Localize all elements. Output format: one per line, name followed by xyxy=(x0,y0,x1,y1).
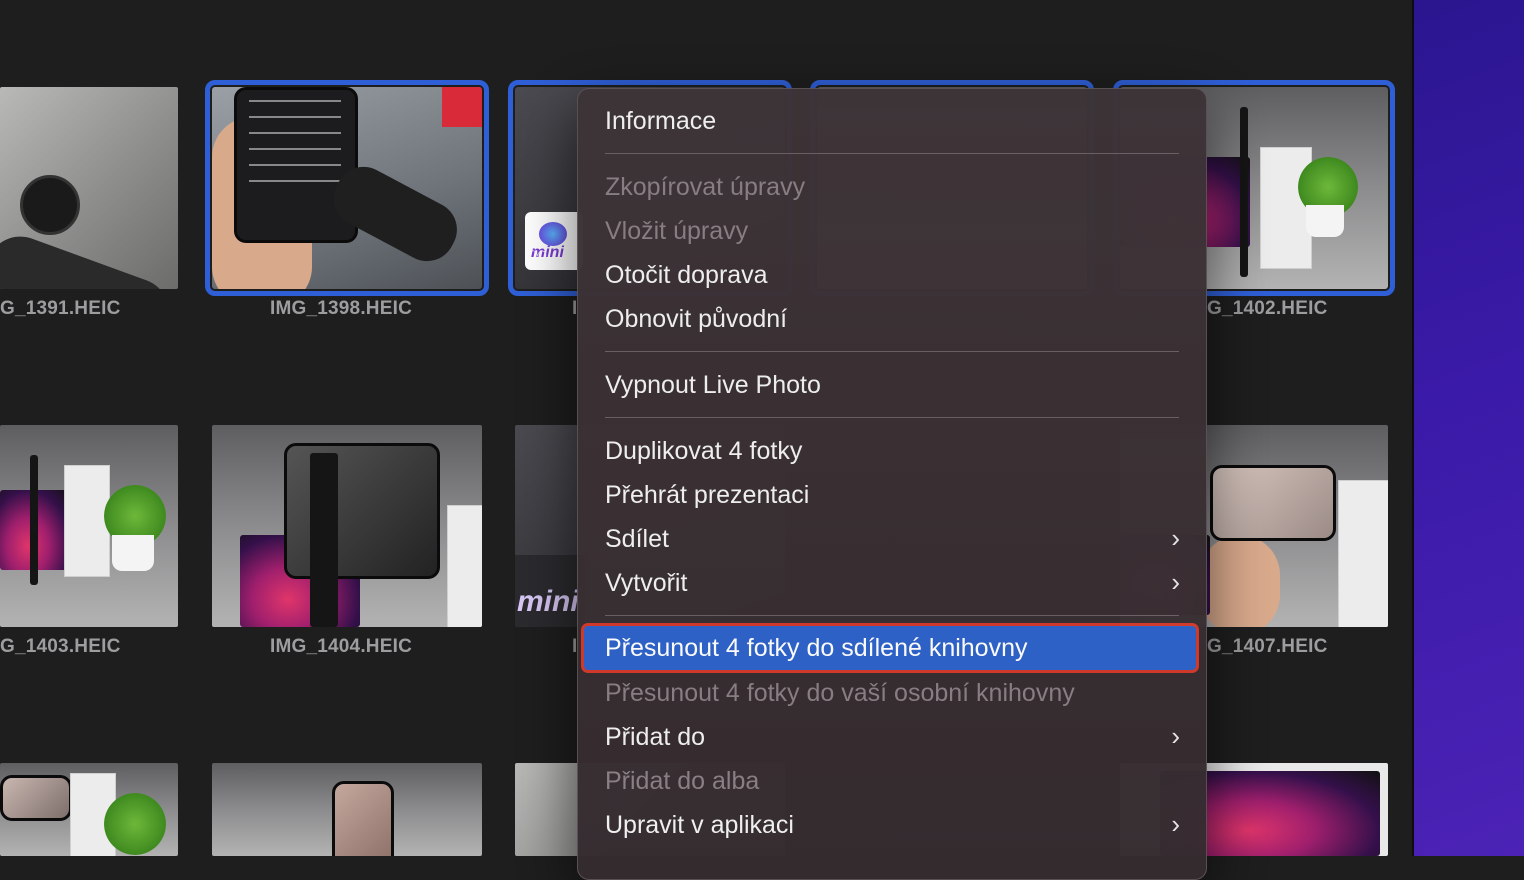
desktop-background xyxy=(1412,0,1524,856)
menu-item-slideshow[interactable]: Přehrát prezentaci xyxy=(605,481,809,510)
menu-item-copy-edits: Zkopírovat úpravy xyxy=(605,173,806,201)
menu-item-paste-edits: Vložit úpravy xyxy=(605,217,749,245)
menu-separator xyxy=(605,615,1179,616)
menu-item-add-to[interactable]: Přidat do xyxy=(605,723,705,752)
photo-thumbnail-selected[interactable] xyxy=(205,80,489,296)
menu-separator xyxy=(605,417,1179,418)
chevron-right-icon: › xyxy=(1171,721,1180,751)
context-menu: Informace Zkopírovat úpravy Vložit úprav… xyxy=(577,88,1207,880)
menu-item-info[interactable]: Informace xyxy=(605,107,716,136)
photo-thumbnail[interactable] xyxy=(212,763,482,856)
cube-label: mini xyxy=(517,585,579,618)
photo-filename: G_1391.HEIC xyxy=(0,298,121,319)
photo-filename: G_1402.HEIC xyxy=(1207,298,1328,319)
menu-item-revert[interactable]: Obnovit původní xyxy=(605,305,787,334)
menu-item-create[interactable]: Vytvořit xyxy=(605,569,687,598)
menu-item-rotate-right[interactable]: Otočit doprava xyxy=(605,261,768,290)
photo-thumbnail[interactable] xyxy=(0,763,178,856)
photo-thumbnail[interactable] xyxy=(0,425,178,627)
menu-item-duplicate[interactable]: Duplikovat 4 fotky xyxy=(605,437,802,466)
photo-thumbnail[interactable] xyxy=(0,87,178,289)
menu-item-add-to-album: Přidat do alba xyxy=(605,767,760,795)
photo-filename: IMG_1404.HEIC xyxy=(270,636,412,657)
menu-item-turn-off-live-photo[interactable]: Vypnout Live Photo xyxy=(605,371,821,400)
menu-item-share[interactable]: Sdílet xyxy=(605,525,669,554)
photo-thumbnail[interactable] xyxy=(212,425,482,627)
chevron-right-icon: › xyxy=(1171,809,1180,839)
menu-item-move-to-personal-library: Přesunout 4 fotky do vaší osobní knihovn… xyxy=(605,679,1075,707)
menu-item-move-to-shared-library[interactable]: Přesunout 4 fotky do sdílené knihovny xyxy=(605,634,1028,663)
photo-filename: G_1407.HEIC xyxy=(1207,636,1328,657)
photo-filename: G_1403.HEIC xyxy=(0,636,121,657)
menu-separator xyxy=(605,351,1179,352)
menu-separator xyxy=(605,153,1179,154)
photo-filename: IMG_1398.HEIC xyxy=(270,298,412,319)
menu-item-edit-in-app[interactable]: Upravit v aplikaci xyxy=(605,811,794,840)
chevron-right-icon: › xyxy=(1171,567,1180,597)
chevron-right-icon: › xyxy=(1171,523,1180,553)
heart-icon[interactable]: ♡ xyxy=(527,249,549,273)
